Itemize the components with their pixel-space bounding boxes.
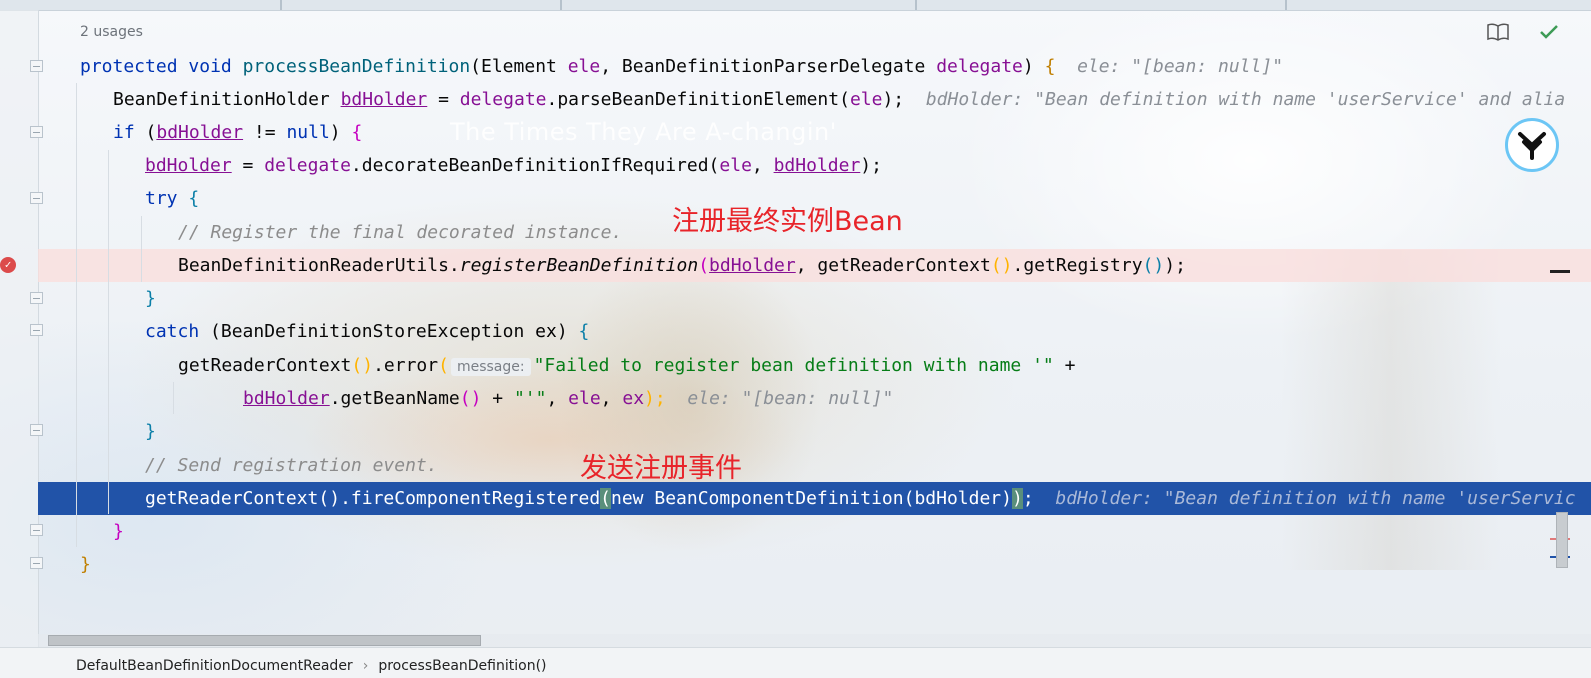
annotation-send-event: 发送注册事件 xyxy=(580,453,742,484)
breadcrumb-bar: DefaultBeanDefinitionDocumentReader › proc… xyxy=(0,647,1591,678)
horizontal-scrollbar-thumb[interactable] xyxy=(48,635,481,646)
usages-hint[interactable]: 2 usages xyxy=(80,24,143,40)
inline-value-hint: bdHolder: "Bean definition with name 'us… xyxy=(925,89,1566,110)
code-line-16[interactable]: } xyxy=(80,548,91,581)
fold-icon[interactable] xyxy=(30,524,43,536)
vertical-scrollbar-thumb[interactable] xyxy=(1556,512,1568,568)
fold-icon[interactable] xyxy=(30,292,43,304)
indent-guide xyxy=(76,83,77,547)
code-line-1[interactable]: protected void processBeanDefinition(Ele… xyxy=(80,50,1283,83)
code-line-4[interactable]: bdHolder = delegate.decorateBeanDefiniti… xyxy=(145,149,882,182)
code-line-3[interactable]: if (bdHolder != null) { xyxy=(113,116,362,149)
checkmark-icon[interactable] xyxy=(1536,20,1562,44)
code-line-13[interactable]: // Send registration event. xyxy=(145,449,438,482)
breadcrumb-class[interactable]: DefaultBeanDefinitionDocumentReader xyxy=(76,658,353,674)
breadcrumb-separator: › xyxy=(362,658,369,674)
code-line-8[interactable]: } xyxy=(145,282,156,315)
fold-icon[interactable] xyxy=(30,557,43,569)
breakpoint-icon[interactable]: ✓ xyxy=(0,257,16,273)
wallpaper-text: The Times They Are A-changin' xyxy=(450,118,837,146)
editor-gutter[interactable] xyxy=(0,10,43,647)
code-line-15[interactable]: } xyxy=(113,515,124,548)
inline-value-hint: ele: "[bean: null]" xyxy=(1077,56,1284,77)
code-line-12[interactable]: } xyxy=(145,415,156,448)
fold-icon[interactable] xyxy=(30,192,43,204)
breadcrumb-method[interactable]: processBeanDefinition() xyxy=(378,658,546,674)
indent-guide xyxy=(141,216,142,282)
inline-value-hint: bdHolder: "Bean definition with name 'us… xyxy=(1055,488,1576,509)
book-icon[interactable] xyxy=(1486,20,1510,44)
code-line-7[interactable]: BeanDefinitionReaderUtils.registerBeanDe… xyxy=(178,249,1186,282)
editor-tab-strip[interactable] xyxy=(0,0,1591,11)
indent-guide xyxy=(108,150,109,514)
breadcrumb: DefaultBeanDefinitionDocumentReader › proc… xyxy=(76,658,547,674)
code-line-2[interactable]: BeanDefinitionHolder bdHolder = delegate… xyxy=(113,83,1565,116)
fold-icon[interactable] xyxy=(30,324,43,336)
code-line-6[interactable]: // Register the final decorated instance… xyxy=(178,216,622,249)
inline-value-hint: ele: "[bean: null]" xyxy=(687,388,894,409)
fold-icon[interactable] xyxy=(30,60,43,72)
fold-icon[interactable] xyxy=(30,424,43,436)
annotation-register-bean: 注册最终实例Bean xyxy=(672,206,903,237)
plugin-logo-icon[interactable] xyxy=(1505,118,1559,172)
code-line-14[interactable]: getReaderContext().fireComponentRegister… xyxy=(145,482,1576,515)
code-line-11[interactable]: bdHolder.getBeanName() + "'", ele, ex); … xyxy=(243,382,893,415)
code-line-5[interactable]: try { xyxy=(145,182,199,215)
scroll-marker xyxy=(1550,270,1570,273)
fold-icon[interactable] xyxy=(30,126,43,138)
code-line-9[interactable]: catch (BeanDefinitionStoreException ex) … xyxy=(145,315,589,348)
code-line-10[interactable]: getReaderContext().error(message: "Failed… xyxy=(178,349,1075,382)
parameter-name-hint: message: xyxy=(450,358,531,376)
indent-guide xyxy=(173,382,174,414)
